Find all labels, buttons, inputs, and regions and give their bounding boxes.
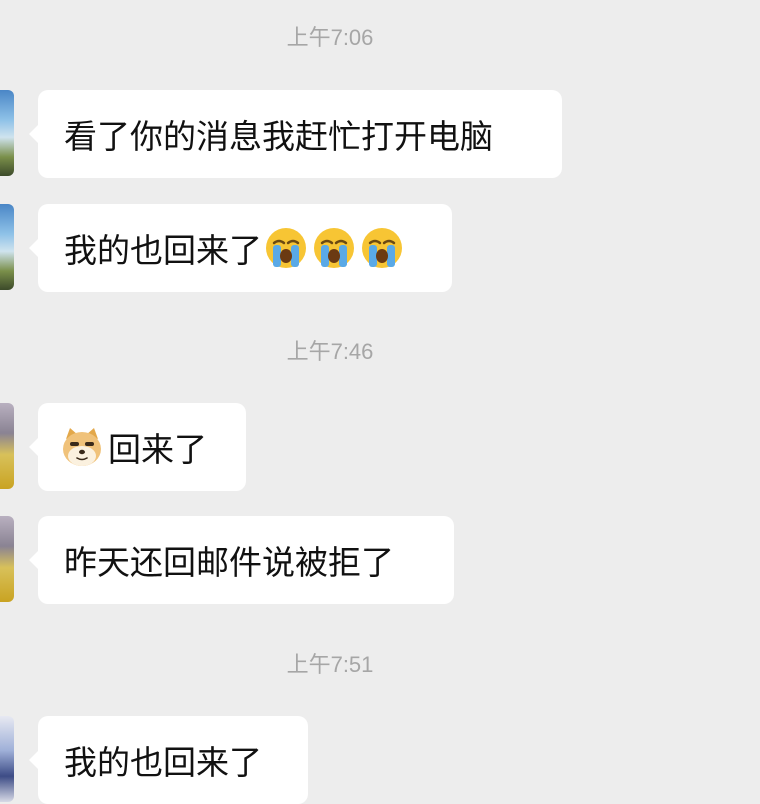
loudly-crying-face-icon bbox=[264, 226, 308, 270]
message-text: 我的也回来了 bbox=[64, 743, 262, 782]
sender-avatar[interactable] bbox=[0, 716, 14, 802]
message-text: 回来了 bbox=[108, 430, 207, 469]
sender-avatar[interactable] bbox=[0, 90, 14, 176]
message-text: 看了你的消息我赶忙打开电脑 bbox=[64, 117, 493, 156]
loudly-crying-face-icon bbox=[312, 226, 356, 270]
doge-face-icon bbox=[60, 425, 104, 469]
sender-avatar[interactable] bbox=[0, 516, 14, 602]
message-bubble-3[interactable]: 回来了 bbox=[29, 403, 246, 491]
message-bubble-4[interactable]: 昨天还回邮件说被拒了 bbox=[29, 516, 454, 604]
timestamp-3: 上午7:51 bbox=[286, 652, 374, 677]
timestamp-2: 上午7:46 bbox=[286, 339, 374, 364]
message-text: 我的也回来了 bbox=[64, 231, 262, 270]
message-bubble-1[interactable]: 看了你的消息我赶忙打开电脑 bbox=[29, 90, 562, 178]
message-bubble-2[interactable]: 我的也回来了 bbox=[29, 204, 452, 292]
sender-avatar[interactable] bbox=[0, 204, 14, 290]
sender-avatar[interactable] bbox=[0, 403, 14, 489]
loudly-crying-face-icon bbox=[360, 226, 404, 270]
message-text: 昨天还回邮件说被拒了 bbox=[64, 543, 394, 582]
message-bubble-5[interactable]: 我的也回来了 bbox=[29, 716, 308, 804]
timestamp-1: 上午7:06 bbox=[286, 25, 374, 50]
